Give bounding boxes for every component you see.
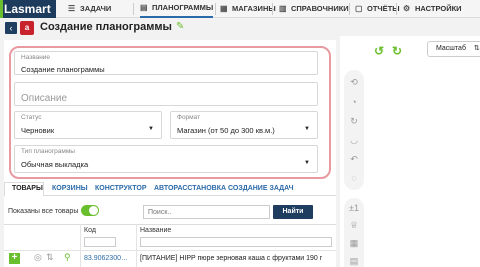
nav-item-label: МАГАЗИНЫ — [232, 4, 276, 13]
product-search-input[interactable] — [143, 205, 270, 219]
nav-separator — [133, 3, 134, 15]
tab-baskets[interactable]: КОРЗИНЫ — [52, 185, 88, 192]
nav-item-directories[interactable]: ▥ СПРАВОЧНИКИ — [279, 0, 349, 18]
show-all-label: Показаны все товары — [8, 208, 79, 215]
curve-left-icon[interactable]: ↶ — [348, 153, 360, 165]
show-all-toggle[interactable] — [81, 205, 99, 216]
scale-label: Масштаб — [436, 45, 466, 52]
nav-separator — [396, 3, 397, 15]
pencil-icon[interactable]: ✎ — [176, 21, 184, 32]
code-filter-input[interactable] — [84, 237, 116, 247]
column-header-code[interactable]: Код — [84, 227, 96, 234]
reports-icon: ▢ — [355, 4, 363, 13]
logo-text: Lasmart — [4, 2, 51, 16]
product-code[interactable]: 83.9062300… — [84, 255, 128, 262]
toggle-knob — [89, 206, 98, 215]
page-header: ‹ a Создание планограммы ✎ — [0, 18, 340, 38]
trophy-icon[interactable]: ♕ — [348, 219, 360, 231]
undo-icon[interactable]: ↺ — [374, 44, 384, 58]
tab-auto-placement[interactable]: АВТОРАССТАНОВКА — [154, 185, 226, 192]
nav-item-settings[interactable]: ⚙ НАСТРОЙКИ — [403, 0, 462, 18]
product-name: [ПИТАНИЕ] HIPP пюре зерновая каша с фрук… — [140, 255, 323, 262]
column-divider — [80, 224, 81, 267]
form-highlight-outline — [9, 46, 331, 179]
scale-toggle-icon: ⇅ — [473, 45, 480, 52]
find-button[interactable]: Найти — [273, 205, 313, 219]
add-product-button[interactable]: + — [9, 253, 20, 264]
rotate-right-icon[interactable]: ↻ — [348, 115, 360, 127]
nav-separator — [272, 3, 273, 15]
nav-item-label: ПЛАНОГРАММЫ — [152, 3, 214, 12]
nav-separator — [215, 3, 216, 15]
nav-item-label: ЗАДАЧИ — [80, 4, 112, 13]
plus-icon: + — [11, 252, 18, 263]
redo-icon[interactable]: ↻ — [392, 44, 402, 58]
planogram-icon: ▤ — [140, 3, 148, 12]
scale-control[interactable]: Масштаб ⇅ — [427, 41, 480, 57]
tab-products[interactable]: ТОВАРЫ — [12, 185, 43, 192]
top-navigation-bar: Lasmart ☰ ЗАДАЧИ ▤ ПЛАНОГРАММЫ ▦ МАГАЗИН… — [0, 0, 480, 18]
row-divider — [4, 250, 336, 251]
tab-constructor[interactable]: КОНСТРУКТОР — [95, 185, 147, 192]
swap-icon[interactable]: ⇅ — [46, 252, 54, 263]
nav-item-label: ОТЧЁТЫ — [367, 4, 400, 13]
magnifier-icon[interactable]: ⚲ — [64, 252, 71, 263]
store-icon: ▦ — [220, 4, 228, 13]
app-logo[interactable]: Lasmart — [0, 0, 56, 18]
rotate-left-icon[interactable]: ⟲ — [348, 76, 360, 88]
logo-accent-bar — [0, 0, 3, 18]
tasks-icon: ☰ — [68, 4, 76, 13]
page-title: Создание планограммы — [40, 21, 172, 33]
camera-icon[interactable]: ◎ — [34, 252, 42, 263]
nav-item-planograms[interactable]: ▤ ПЛАНОГРАММЫ — [140, 0, 214, 18]
back-button[interactable]: ‹ — [5, 22, 17, 34]
settings-icon: ⚙ — [403, 4, 411, 13]
layers-icon[interactable]: ▤ — [348, 255, 360, 267]
name-filter-input[interactable] — [140, 237, 332, 247]
nav-item-stores[interactable]: ▦ МАГАЗИНЫ — [220, 0, 276, 18]
nav-item-label: СПРАВОЧНИКИ — [291, 4, 349, 13]
nav-item-label: НАСТРОЙКИ — [415, 4, 462, 13]
column-divider — [136, 224, 137, 267]
grid-icon[interactable]: ▦ — [348, 237, 360, 249]
plus-minus-icon[interactable]: ±1 — [348, 202, 360, 214]
nav-item-reports[interactable]: ▢ ОТЧЁТЫ — [355, 0, 400, 18]
nav-item-tasks[interactable]: ☰ ЗАДАЧИ — [68, 0, 111, 18]
tab-task-creation[interactable]: СОЗДАНИЕ ЗАДАЧ — [228, 185, 294, 192]
circle-segment-icon[interactable]: ◌ — [348, 172, 360, 184]
column-header-name[interactable]: Название — [140, 227, 171, 234]
nav-separator — [349, 3, 350, 15]
chevron-left-icon: ‹ — [9, 23, 13, 33]
planogram-badge: a — [20, 21, 34, 35]
arc-icon[interactable]: ◡ — [348, 134, 360, 146]
directory-icon: ▥ — [279, 4, 287, 13]
rotate-half-icon[interactable]: ◔ — [348, 96, 360, 108]
